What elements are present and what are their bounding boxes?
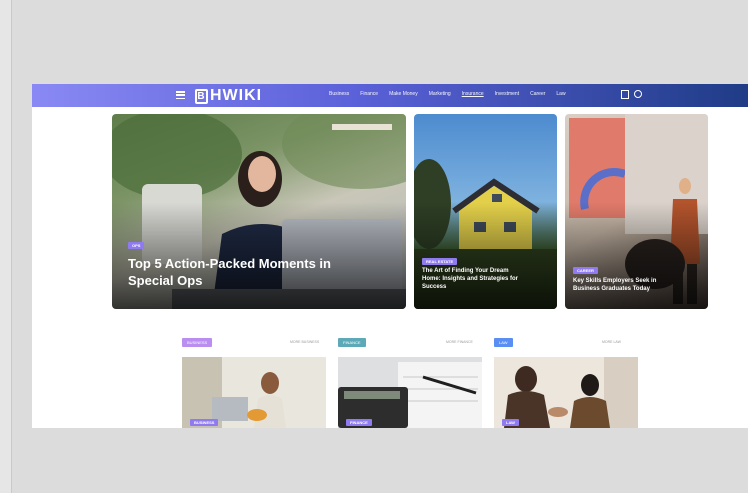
hero-third-card[interactable]: CAREER Key Skills Employers Seek in Busi…	[565, 114, 708, 309]
hero-second-title[interactable]: The Art of Finding Your Dream Home: Insi…	[422, 267, 518, 291]
nav-icons	[621, 90, 642, 99]
nav-item-marketing[interactable]: Marketing	[429, 91, 451, 97]
hero-second-title-line1: The Art of Finding Your Dream	[422, 268, 509, 274]
hero-main-tag[interactable]: OPS	[128, 242, 145, 249]
nav-item-make-money[interactable]: Make Money	[389, 91, 418, 97]
section-business-label[interactable]: BUSINESS	[182, 338, 213, 347]
logo-mark: B	[195, 88, 208, 104]
hero-second-shade	[414, 201, 557, 309]
hero-main-title-line1: Top 5 Action-Packed Moments in	[128, 256, 331, 271]
hero-third-title-line1: Key Skills Employers Seek in	[573, 278, 657, 284]
section-law-header: LAW MORE LAW	[494, 338, 638, 347]
law-card-tag[interactable]: LAW	[502, 419, 519, 426]
law-card-image	[494, 357, 638, 428]
top-navbar: B HWIKI Business Finance Make Money Mark…	[32, 84, 748, 107]
bookmark-icon[interactable]	[621, 90, 629, 99]
section-finance-more[interactable]: MORE FINANCE	[446, 340, 473, 344]
hero-main-card[interactable]: OPS Top 5 Action-Packed Moments in Speci…	[112, 114, 406, 309]
search-icon[interactable]	[634, 90, 642, 98]
left-edge-strip	[0, 0, 12, 493]
hero-third-title-line2: Business Graduates Today	[573, 286, 650, 292]
business-card-image	[182, 357, 326, 428]
hero-second-title-line3: Success	[422, 284, 447, 290]
site-logo[interactable]: B HWIKI	[195, 87, 262, 105]
hero-second-card[interactable]: REAL ESTATE The Art of Finding Your Drea…	[414, 114, 557, 309]
website-frame: B HWIKI Business Finance Make Money Mark…	[32, 84, 748, 428]
menu-icon[interactable]	[176, 91, 185, 99]
nav-item-insurance[interactable]: Insurance	[462, 91, 484, 97]
finance-card-tag[interactable]: FINANCE	[346, 419, 372, 426]
nav-item-finance[interactable]: Finance	[360, 91, 378, 97]
hero-third-title[interactable]: Key Skills Employers Seek in Business Gr…	[573, 277, 656, 293]
nav-item-investment[interactable]: Investment	[495, 91, 519, 97]
main-menu: Business Finance Make Money Marketing In…	[329, 91, 566, 97]
nav-item-business[interactable]: Business	[329, 91, 349, 97]
law-card[interactable]: LAW	[494, 357, 638, 428]
section-business-header: BUSINESS MORE BUSINESS	[182, 338, 326, 347]
section-law-label[interactable]: LAW	[494, 338, 513, 347]
section-finance-label[interactable]: FINANCE	[338, 338, 366, 347]
finance-card[interactable]: FINANCE	[338, 357, 482, 428]
hero-second-tag[interactable]: REAL ESTATE	[422, 258, 458, 265]
hero-third-tag[interactable]: CAREER	[573, 267, 598, 274]
section-law-more[interactable]: MORE LAW	[602, 340, 621, 344]
business-card-tag[interactable]: BUSINESS	[190, 419, 219, 426]
finance-card-image	[338, 357, 482, 428]
business-card[interactable]: BUSINESS	[182, 357, 326, 428]
hero-main-title-line2: Special Ops	[128, 273, 203, 288]
hero-second-title-line2: Home: Insights and Strategies for	[422, 276, 519, 282]
nav-item-law[interactable]: Law	[556, 91, 565, 97]
logo-text: HWIKI	[210, 87, 263, 104]
section-business-more[interactable]: MORE BUSINESS	[290, 340, 319, 344]
hero-main-title[interactable]: Top 5 Action-Packed Moments in Special O…	[128, 255, 331, 289]
nav-item-career[interactable]: Career	[530, 91, 545, 97]
section-finance-header: FINANCE MORE FINANCE	[338, 338, 482, 347]
